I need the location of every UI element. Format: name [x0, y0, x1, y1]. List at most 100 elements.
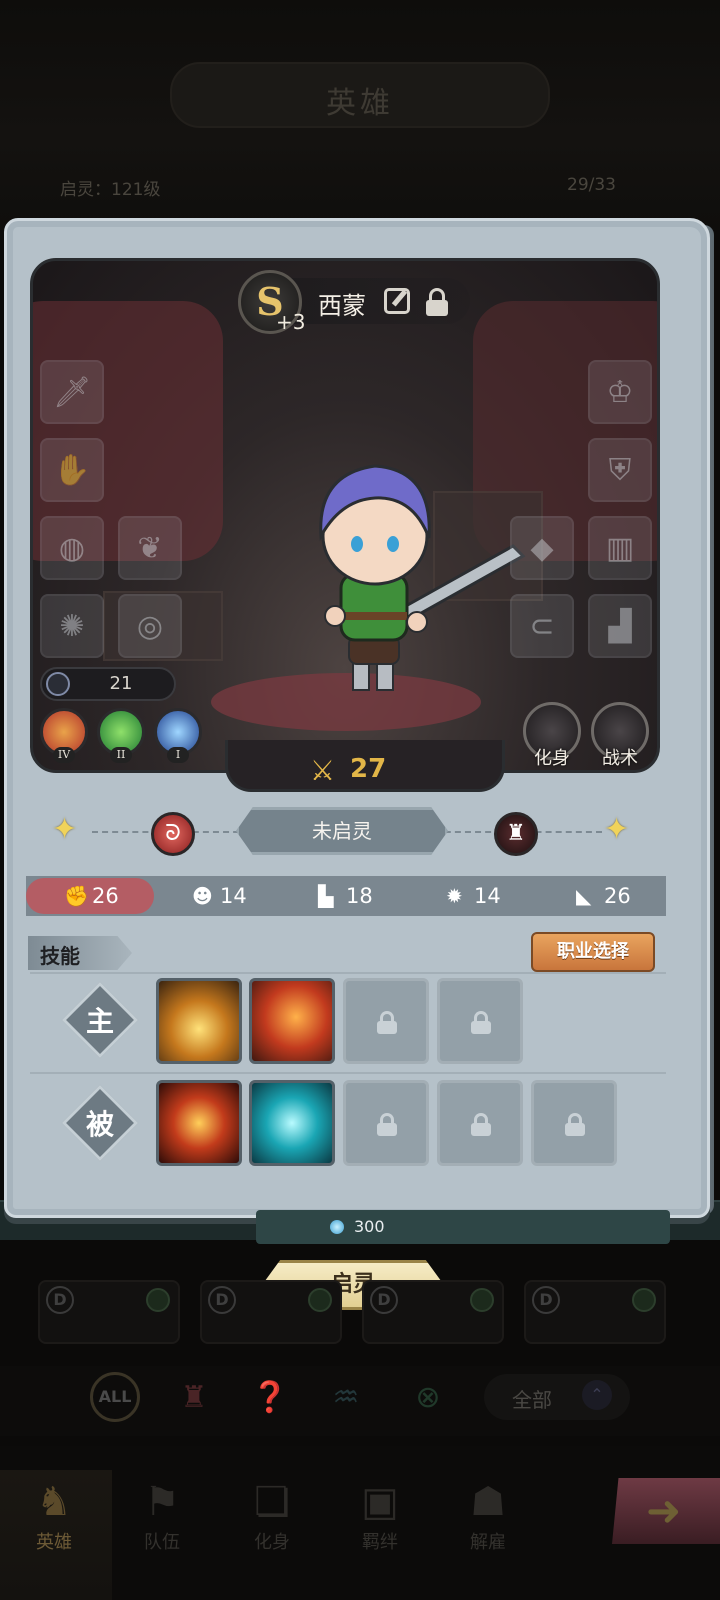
hero-card[interactable]: D: [200, 1280, 342, 1344]
page-title: 英雄: [326, 86, 394, 121]
passive-skill-locked-slot[interactable]: [437, 1080, 523, 1166]
stat-strength-value: 26: [92, 884, 119, 908]
class-icon: [632, 1288, 656, 1312]
pants-slot-icon[interactable]: ▥: [588, 516, 652, 580]
nav-incarnation[interactable]: ❏ 化身: [222, 1476, 322, 1554]
relic-slot-icon[interactable]: ❦: [118, 516, 182, 580]
hero-card[interactable]: D: [38, 1280, 180, 1344]
passive-skill-dash-icon[interactable]: [249, 1080, 335, 1166]
belt-slot-icon[interactable]: ⊂: [510, 594, 574, 658]
lock-icon: [377, 1113, 397, 1136]
nav-team-label: 队伍: [144, 1532, 180, 1553]
stat-stamina-value: 26: [604, 884, 631, 908]
active-row-label: 主: [85, 1005, 114, 1038]
crossed-swords-icon: ⚔: [310, 754, 336, 787]
cards-icon: ❏: [254, 1479, 290, 1525]
active-skill-locked-slot[interactable]: [343, 978, 429, 1064]
star-right-icon: ✦: [604, 812, 630, 847]
star-left-icon: ✦: [52, 812, 78, 847]
hero-count-text: 29/33: [567, 175, 616, 195]
nav-incarnation-label: 化身: [254, 1532, 290, 1553]
nav-dismiss[interactable]: ☗ 解雇: [438, 1476, 538, 1554]
nav-bond-label: 羁绊: [362, 1532, 398, 1553]
active-skill-strike-icon[interactable]: [249, 978, 335, 1064]
flag-icon: ⚑: [144, 1479, 180, 1525]
filter-warrior-icon[interactable]: ♜: [174, 1378, 214, 1418]
stat-strength[interactable]: ✊ 26: [64, 876, 119, 916]
grade-plus: +3: [276, 310, 306, 334]
edit-name-icon[interactable]: [384, 288, 410, 314]
class-icon: [470, 1288, 494, 1312]
lock-icon: [471, 1011, 491, 1034]
belt: [341, 612, 407, 620]
fire-element-level: IV: [53, 747, 75, 763]
nav-dismiss-label: 解雇: [470, 1532, 506, 1553]
weapon-slot-icon[interactable]: 🗡: [40, 360, 104, 424]
filter-all-button[interactable]: ALL: [90, 1372, 140, 1422]
arm-icon: ◣: [576, 884, 592, 908]
stat-intellect[interactable]: ☻ 14: [192, 876, 247, 916]
armor-slot-icon[interactable]: ⛨: [588, 438, 652, 502]
grade-d-icon: D: [208, 1286, 236, 1314]
passive-row-label: 被: [85, 1108, 114, 1141]
nav-heroes-label: 英雄: [36, 1532, 72, 1553]
awaken-cost: 300: [354, 1217, 385, 1236]
accessory-slot-icon[interactable]: ◆: [510, 516, 574, 580]
awaken-level-text: 启灵：121级: [60, 180, 161, 200]
filter-ranger-icon[interactable]: ⊗: [408, 1378, 448, 1418]
passive-skill-locked-slot[interactable]: [343, 1080, 429, 1166]
class-icon: [146, 1288, 170, 1312]
stat-agility-value: 18: [346, 884, 373, 908]
warrior-emblem-icon[interactable]: ♜: [494, 812, 538, 856]
gem-icon: [330, 1220, 344, 1234]
nav-bond[interactable]: ▣ 羁绊: [330, 1476, 430, 1554]
attack-value: 27: [350, 754, 387, 784]
lock-icon: [377, 1011, 397, 1034]
power-value: 21: [109, 673, 133, 694]
lock-icon: [471, 1113, 491, 1136]
grade-d-icon: D: [532, 1286, 560, 1314]
incarnation-label: 化身: [534, 748, 570, 769]
passive-skill-locked-slot[interactable]: [531, 1080, 617, 1166]
grade-d-icon: D: [46, 1286, 74, 1314]
glove-slot-icon[interactable]: ✋: [40, 438, 104, 502]
arrow-right-icon: ➜: [646, 1486, 682, 1535]
filter-sort-label: 全部: [512, 1388, 552, 1412]
hand-left: [324, 605, 346, 627]
active-skill-slash-icon[interactable]: [156, 978, 242, 1064]
active-skill-locked-slot[interactable]: [437, 978, 523, 1064]
stat-agility[interactable]: ▙ 18: [318, 876, 373, 916]
fist-icon: ✊: [64, 884, 89, 908]
boots-slot-icon[interactable]: ▟: [588, 594, 652, 658]
fire-emblem-icon[interactable]: ᘐ: [151, 812, 195, 856]
unlock-icon[interactable]: [426, 288, 448, 316]
cost-bar: [256, 1210, 670, 1244]
hero-card[interactable]: D: [362, 1280, 504, 1344]
career-select-button[interactable]: 职业选择: [531, 932, 655, 972]
awaken-status: 未启灵: [236, 807, 448, 855]
broken-helmet-icon: ☗: [470, 1479, 506, 1525]
stat-stamina[interactable]: ◣ 26: [576, 876, 631, 916]
eye-right: [387, 536, 399, 552]
amulet-slot-icon[interactable]: ◎: [118, 594, 182, 658]
book-icon: ▣: [361, 1479, 399, 1525]
filter-support-icon[interactable]: ♒: [326, 1378, 366, 1418]
helmet-slot-icon[interactable]: ♔: [588, 360, 652, 424]
hand-right: [406, 611, 428, 633]
lock-icon: [565, 1113, 585, 1136]
nature-element-level: II: [110, 747, 132, 763]
nav-team[interactable]: ⚑ 队伍: [112, 1476, 212, 1554]
hero-card[interactable]: D: [524, 1280, 666, 1344]
ring-slot-icon[interactable]: ◍: [40, 516, 104, 580]
hero-sprite[interactable]: [283, 426, 543, 696]
rune-slot-icon[interactable]: ✺: [40, 594, 104, 658]
nav-heroes[interactable]: ♞ 英雄: [4, 1476, 104, 1554]
double-chevron-up-icon[interactable]: ⌃: [582, 1380, 612, 1410]
stat-spirit[interactable]: ✹ 14: [446, 876, 501, 916]
passive-skill-rage-icon[interactable]: [156, 1080, 242, 1166]
boot-icon: ▙: [318, 884, 334, 908]
grade-d-icon: D: [370, 1286, 398, 1314]
hero-name: 西蒙: [318, 292, 366, 320]
filter-mage-icon[interactable]: ❓: [250, 1378, 290, 1418]
lightning-element-level: I: [167, 747, 189, 763]
